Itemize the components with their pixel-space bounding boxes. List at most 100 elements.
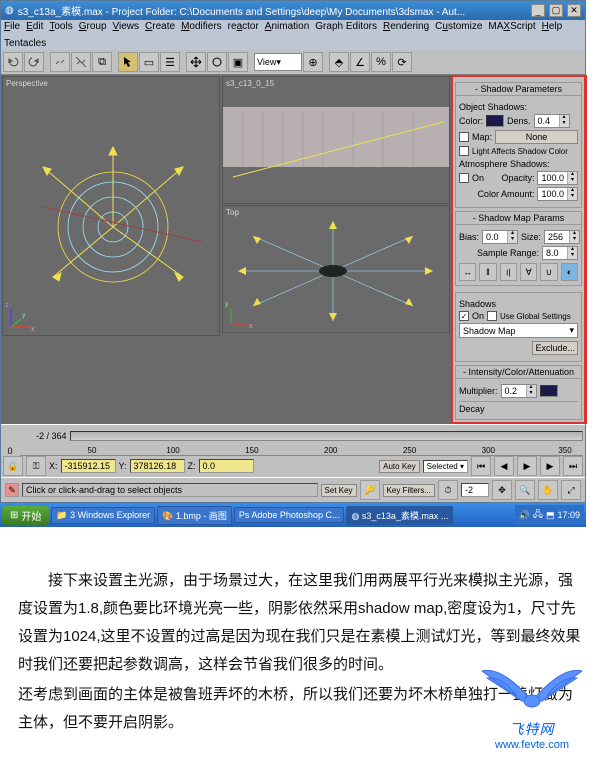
render-icon[interactable]: ◐ bbox=[561, 263, 578, 281]
map-checkbox[interactable] bbox=[459, 132, 469, 142]
pivot-button[interactable]: ⊕ bbox=[303, 52, 323, 72]
spinner-snap-button[interactable]: ⟳ bbox=[392, 52, 412, 72]
select-name-button[interactable]: ☰ bbox=[160, 52, 180, 72]
menu-views[interactable]: Views bbox=[113, 21, 140, 32]
selected-dropdown[interactable]: Selected ▾ bbox=[423, 460, 468, 473]
jitter-icon[interactable]: ∪ bbox=[540, 263, 557, 281]
percent-snap-button[interactable]: % bbox=[371, 52, 391, 72]
light-affects-checkbox[interactable] bbox=[459, 146, 469, 156]
select-region-button[interactable]: ▭ bbox=[139, 52, 159, 72]
shadows-on-label: On bbox=[472, 311, 484, 321]
light-color-swatch[interactable] bbox=[540, 385, 558, 397]
play-button[interactable]: ▶ bbox=[517, 456, 537, 476]
rollout-shadow-map[interactable]: - Shadow Map Params bbox=[455, 211, 582, 225]
keyfilters-button[interactable]: Key Filters... bbox=[383, 484, 435, 497]
autokey-button[interactable]: Auto Key bbox=[379, 460, 419, 473]
color-amount-spinner[interactable]: 100.0▴▾ bbox=[537, 187, 578, 201]
y-coord[interactable]: 378126.18 bbox=[130, 459, 185, 473]
menu-modifiers[interactable]: Modifiers bbox=[181, 21, 222, 32]
menu-reactor[interactable]: reactor bbox=[228, 21, 259, 32]
shadows-on-checkbox[interactable]: ✓ bbox=[459, 311, 469, 321]
menu-tentacles[interactable]: Tentacles bbox=[4, 38, 46, 49]
svg-text:y: y bbox=[22, 312, 26, 319]
map-button[interactable]: None bbox=[495, 130, 578, 144]
atmo-on-checkbox[interactable] bbox=[459, 173, 469, 183]
key-mode-icon[interactable]: ⚿ bbox=[26, 456, 46, 476]
nav3-icon[interactable]: ✋ bbox=[538, 480, 558, 500]
coord-dropdown[interactable]: View ▾ bbox=[254, 53, 302, 71]
logo-url: www.fevte.com bbox=[472, 739, 592, 751]
use-global-checkbox[interactable] bbox=[487, 311, 497, 321]
close-button[interactable]: ✕ bbox=[567, 4, 581, 17]
time-slider[interactable] bbox=[70, 431, 583, 441]
menu-rendering[interactable]: Rendering bbox=[383, 21, 429, 32]
setkey-button[interactable]: Set Key bbox=[321, 484, 357, 497]
viewport-perspective[interactable]: Perspective bbox=[2, 76, 220, 336]
abs-map-bias-icon[interactable]: ↔ bbox=[459, 263, 476, 281]
shadow-type-dropdown[interactable]: Shadow Map▾ bbox=[459, 323, 578, 338]
size-spinner[interactable]: 256▴▾ bbox=[544, 230, 580, 244]
exclude-button[interactable]: Exclude... bbox=[532, 341, 578, 355]
menu-maxscript[interactable]: MAXScript bbox=[488, 21, 535, 32]
multiplier-spinner[interactable]: 0.2▴▾ bbox=[501, 384, 537, 398]
lock-icon[interactable]: 🔒 bbox=[3, 456, 23, 476]
nav4-icon[interactable]: ⤢ bbox=[561, 480, 581, 500]
menu-customize[interactable]: Customize bbox=[435, 21, 482, 32]
bind-button[interactable]: ⧉ bbox=[92, 52, 112, 72]
task-explorer[interactable]: 📁 3 Windows Explorer bbox=[51, 507, 155, 524]
prev-key-button[interactable]: ⏮ bbox=[471, 456, 491, 476]
z-coord[interactable]: 0.0 bbox=[199, 459, 254, 473]
maximize-button[interactable]: ▢ bbox=[549, 4, 563, 17]
key-big-icon[interactable]: 🔑 bbox=[360, 480, 380, 500]
menu-animation[interactable]: Animation bbox=[265, 21, 309, 32]
select-button[interactable] bbox=[118, 52, 138, 72]
menu-tools[interactable]: Tools bbox=[49, 21, 72, 32]
redo-button[interactable] bbox=[24, 52, 44, 72]
prev-frame-button[interactable]: ◀ bbox=[494, 456, 514, 476]
angle-snap-button[interactable]: ∠ bbox=[350, 52, 370, 72]
x-coord[interactable]: -315912.15 bbox=[61, 459, 116, 473]
unlink-button[interactable] bbox=[71, 52, 91, 72]
menu-file[interactable]: File bbox=[4, 21, 20, 32]
undo-button[interactable] bbox=[3, 52, 23, 72]
nav2-icon[interactable]: 🔍 bbox=[515, 480, 535, 500]
snap-button[interactable]: ⬘ bbox=[329, 52, 349, 72]
shadow-color-swatch[interactable] bbox=[486, 115, 504, 127]
time-config-icon[interactable]: ⏱ bbox=[438, 480, 458, 500]
bias-spinner[interactable]: 0.0▴▾ bbox=[482, 230, 518, 244]
viewport-top[interactable]: Top y bbox=[222, 205, 450, 333]
menu-create[interactable]: Create bbox=[145, 21, 175, 32]
tray-icon[interactable]: ⬒ bbox=[546, 510, 555, 521]
rollout-shadow-params[interactable]: - Shadow Parameters bbox=[455, 82, 582, 96]
rollout-intensity[interactable]: - Intensity/Color/Attenuation bbox=[455, 365, 582, 379]
listener-icon[interactable]: ✎ bbox=[5, 483, 19, 497]
link-button[interactable] bbox=[50, 52, 70, 72]
task-3dsmax[interactable]: ◍ s3_c13a_素模.max ... bbox=[346, 506, 453, 525]
pause-icon[interactable]: ‖ bbox=[479, 263, 496, 281]
menu-group[interactable]: Group bbox=[79, 21, 107, 32]
nav1-icon[interactable]: ✥ bbox=[492, 480, 512, 500]
tray-icon[interactable]: 🖧 bbox=[533, 507, 543, 523]
move-button[interactable] bbox=[186, 52, 206, 72]
menu-edit[interactable]: Edit bbox=[26, 21, 43, 32]
next-frame-button[interactable]: ▶ bbox=[540, 456, 560, 476]
opacity-spinner[interactable]: 100.0▴▾ bbox=[537, 171, 578, 185]
minimize-button[interactable]: _ bbox=[531, 4, 545, 17]
task-photoshop[interactable]: Ps Adobe Photoshop C... bbox=[234, 507, 345, 523]
task-paint[interactable]: 🎨 1.bmp - 画图 bbox=[157, 506, 232, 525]
system-tray[interactable]: 🔊 🖧 ⬒ 17:09 bbox=[515, 505, 584, 525]
sample-range-spinner[interactable]: 8.0▴▾ bbox=[542, 246, 578, 260]
next-key-button[interactable]: ⏭ bbox=[563, 456, 583, 476]
multiplier-label: Multiplier: bbox=[459, 386, 498, 396]
start-button[interactable]: ⊞开始 bbox=[2, 506, 49, 525]
viewport-camera[interactable]: s3_c13_0_15 bbox=[222, 76, 450, 204]
scale-button[interactable]: ▣ bbox=[228, 52, 248, 72]
tray-icon[interactable]: 🔊 bbox=[519, 510, 530, 521]
dens-spinner[interactable]: 0.4▴▾ bbox=[534, 114, 570, 128]
two-sided-icon[interactable]: 〢 bbox=[500, 263, 517, 281]
rotate-button[interactable] bbox=[207, 52, 227, 72]
antialias-icon[interactable]: ∀ bbox=[520, 263, 537, 281]
menu-graph[interactable]: Graph Editors bbox=[315, 21, 377, 32]
menu-help[interactable]: Help bbox=[542, 21, 563, 32]
current-frame[interactable]: -2 bbox=[461, 483, 489, 497]
